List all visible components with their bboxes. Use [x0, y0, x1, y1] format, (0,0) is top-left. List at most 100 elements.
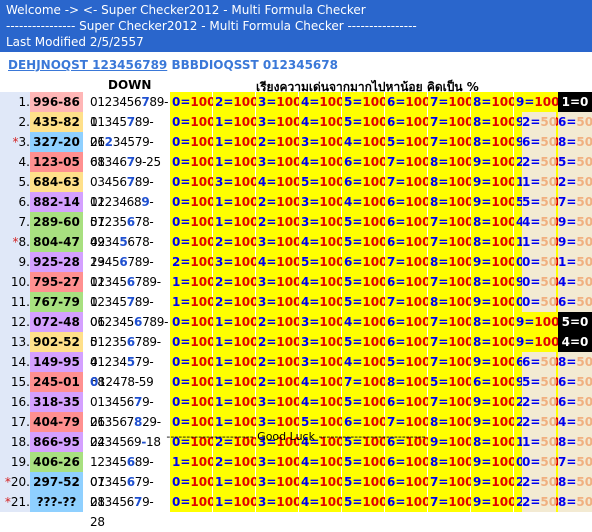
extra-cell: 8=50 — [558, 132, 592, 152]
equals-sign: = — [266, 355, 277, 369]
digit: 4= — [558, 275, 577, 289]
percent-value: 50 — [576, 475, 592, 489]
row-index: 11. — [0, 292, 30, 312]
percent-cell: 5=100 — [299, 172, 344, 192]
percent-value: 100 — [491, 95, 517, 109]
percent-cell: 7=100 — [428, 92, 474, 112]
percent-value: 100 — [276, 415, 302, 429]
digit: 1 — [172, 455, 181, 469]
equals-sign: = — [266, 215, 277, 229]
percent-value: 100 — [319, 275, 345, 289]
black-marker-cell: 5=0 — [558, 312, 592, 332]
equals-sign: = — [352, 135, 363, 149]
row-index: *21. — [0, 492, 30, 512]
percent-value: 100 — [448, 95, 474, 109]
equals-sign: = — [438, 315, 449, 329]
percent-value: 100 — [448, 255, 474, 269]
percent-cell: 5=100 — [342, 232, 387, 252]
digit: 7= — [558, 455, 577, 469]
equals-sign: = — [395, 455, 406, 469]
percent-value: 100 — [534, 95, 560, 109]
equals-sign: = — [438, 175, 449, 189]
formula-codes: DEHJNOQST 123456789 BBBDIOQSST 012345678 — [8, 58, 338, 72]
equals-sign: = — [481, 155, 492, 169]
percent-cell: 4=100 — [299, 272, 345, 292]
percent-cell: 6=100 — [385, 392, 430, 412]
percent-cell: 4=100 — [299, 152, 344, 172]
digit: 1= — [558, 255, 577, 269]
equals-sign: = — [309, 335, 320, 349]
percent-value: 100 — [319, 475, 345, 489]
result-pair: 404-79 — [30, 412, 83, 432]
digit: 2= — [522, 115, 541, 129]
percent-value: 100 — [491, 115, 517, 129]
digit: 6= — [558, 375, 577, 389]
percent-cell: 8=100 — [471, 92, 517, 112]
percent-value: 100 — [405, 215, 431, 229]
result-pair: 297-52 — [30, 472, 83, 492]
digit: 5= — [522, 195, 541, 209]
percent-value: 100 — [491, 155, 517, 169]
equals-sign: = — [352, 175, 363, 189]
percent-value: 100 — [405, 475, 431, 489]
equals-sign: = — [395, 335, 406, 349]
percent-cell: 6=100 — [385, 272, 430, 292]
percent-cell: 9=100 — [471, 392, 516, 412]
percent-cell: 7=100 — [385, 152, 430, 172]
equals-sign: = — [438, 395, 449, 409]
sequence-part: 0234 — [90, 235, 120, 249]
percent-cell: 0=100 — [170, 152, 215, 172]
digit: 2= — [522, 415, 541, 429]
digit: 8= — [558, 135, 577, 149]
percent-cell: 8=100 — [428, 152, 473, 172]
percent-value: 100 — [448, 215, 474, 229]
formula-code-1[interactable]: DEHJNOQST 123456789 — [8, 58, 167, 72]
result-pair: 289-60 — [30, 212, 83, 232]
percent-cell: 7=100 — [385, 252, 430, 272]
percent-value: 100 — [233, 275, 259, 289]
equals-sign: = — [266, 335, 277, 349]
row-index: 4. — [0, 152, 30, 172]
equals-sign: = — [223, 275, 234, 289]
percent-cell: 8=100 — [471, 112, 517, 132]
result-pair: 795-27 — [30, 272, 83, 292]
equals-sign: = — [395, 415, 406, 429]
sequence-highlight: 2 — [104, 135, 113, 149]
percent-cell: 2=100 — [256, 312, 301, 332]
down-sequence: 0123456789-1 — [90, 92, 168, 129]
percent-cell: 7=100 — [342, 372, 387, 392]
equals-sign: = — [438, 215, 449, 229]
percent-cell: 0=100 — [170, 112, 215, 132]
result-pair: 327-20 — [30, 132, 83, 152]
sequence-part: 01234 — [90, 355, 127, 369]
result-pair: ???-?? — [30, 492, 83, 512]
percent-value: 100 — [491, 135, 517, 149]
equals-sign: = — [481, 475, 492, 489]
percent-value: 50 — [540, 495, 558, 509]
percent-cell: 4=100 — [256, 252, 302, 272]
equals-sign: = — [309, 455, 320, 469]
percent-value: 100 — [362, 295, 388, 309]
digit: 6= — [522, 135, 541, 149]
percent-cell: 9=100 — [471, 292, 516, 312]
percent-value: 50 — [576, 295, 592, 309]
percent-value: 100 — [276, 255, 302, 269]
percent-value: 100 — [233, 255, 259, 269]
equals-sign: = — [395, 115, 406, 129]
percent-value: 50 — [540, 415, 558, 429]
table-row: 9. 925-28 23456789-01 2=100 3=100 4=100 5=100 6… — [0, 252, 592, 289]
down-sequence: 12345789-06 — [90, 292, 168, 329]
percent-value: 50 — [540, 295, 558, 309]
percent-cell: 7=100 — [428, 212, 474, 232]
percent-value: 100 — [233, 195, 259, 209]
digit: 0= — [522, 275, 541, 289]
equals-sign: = — [438, 295, 449, 309]
percent-value: 100 — [362, 335, 388, 349]
equals-sign: = — [438, 235, 449, 249]
down-sequence: 01234689-57 — [90, 192, 168, 229]
sequence-highlight: 6 — [126, 275, 135, 289]
extra-cell: 2=50 — [522, 152, 557, 172]
percent-value: 100 — [190, 455, 216, 469]
percent-cell: 7=100 — [385, 412, 430, 432]
percent-value: 100 — [405, 315, 431, 329]
